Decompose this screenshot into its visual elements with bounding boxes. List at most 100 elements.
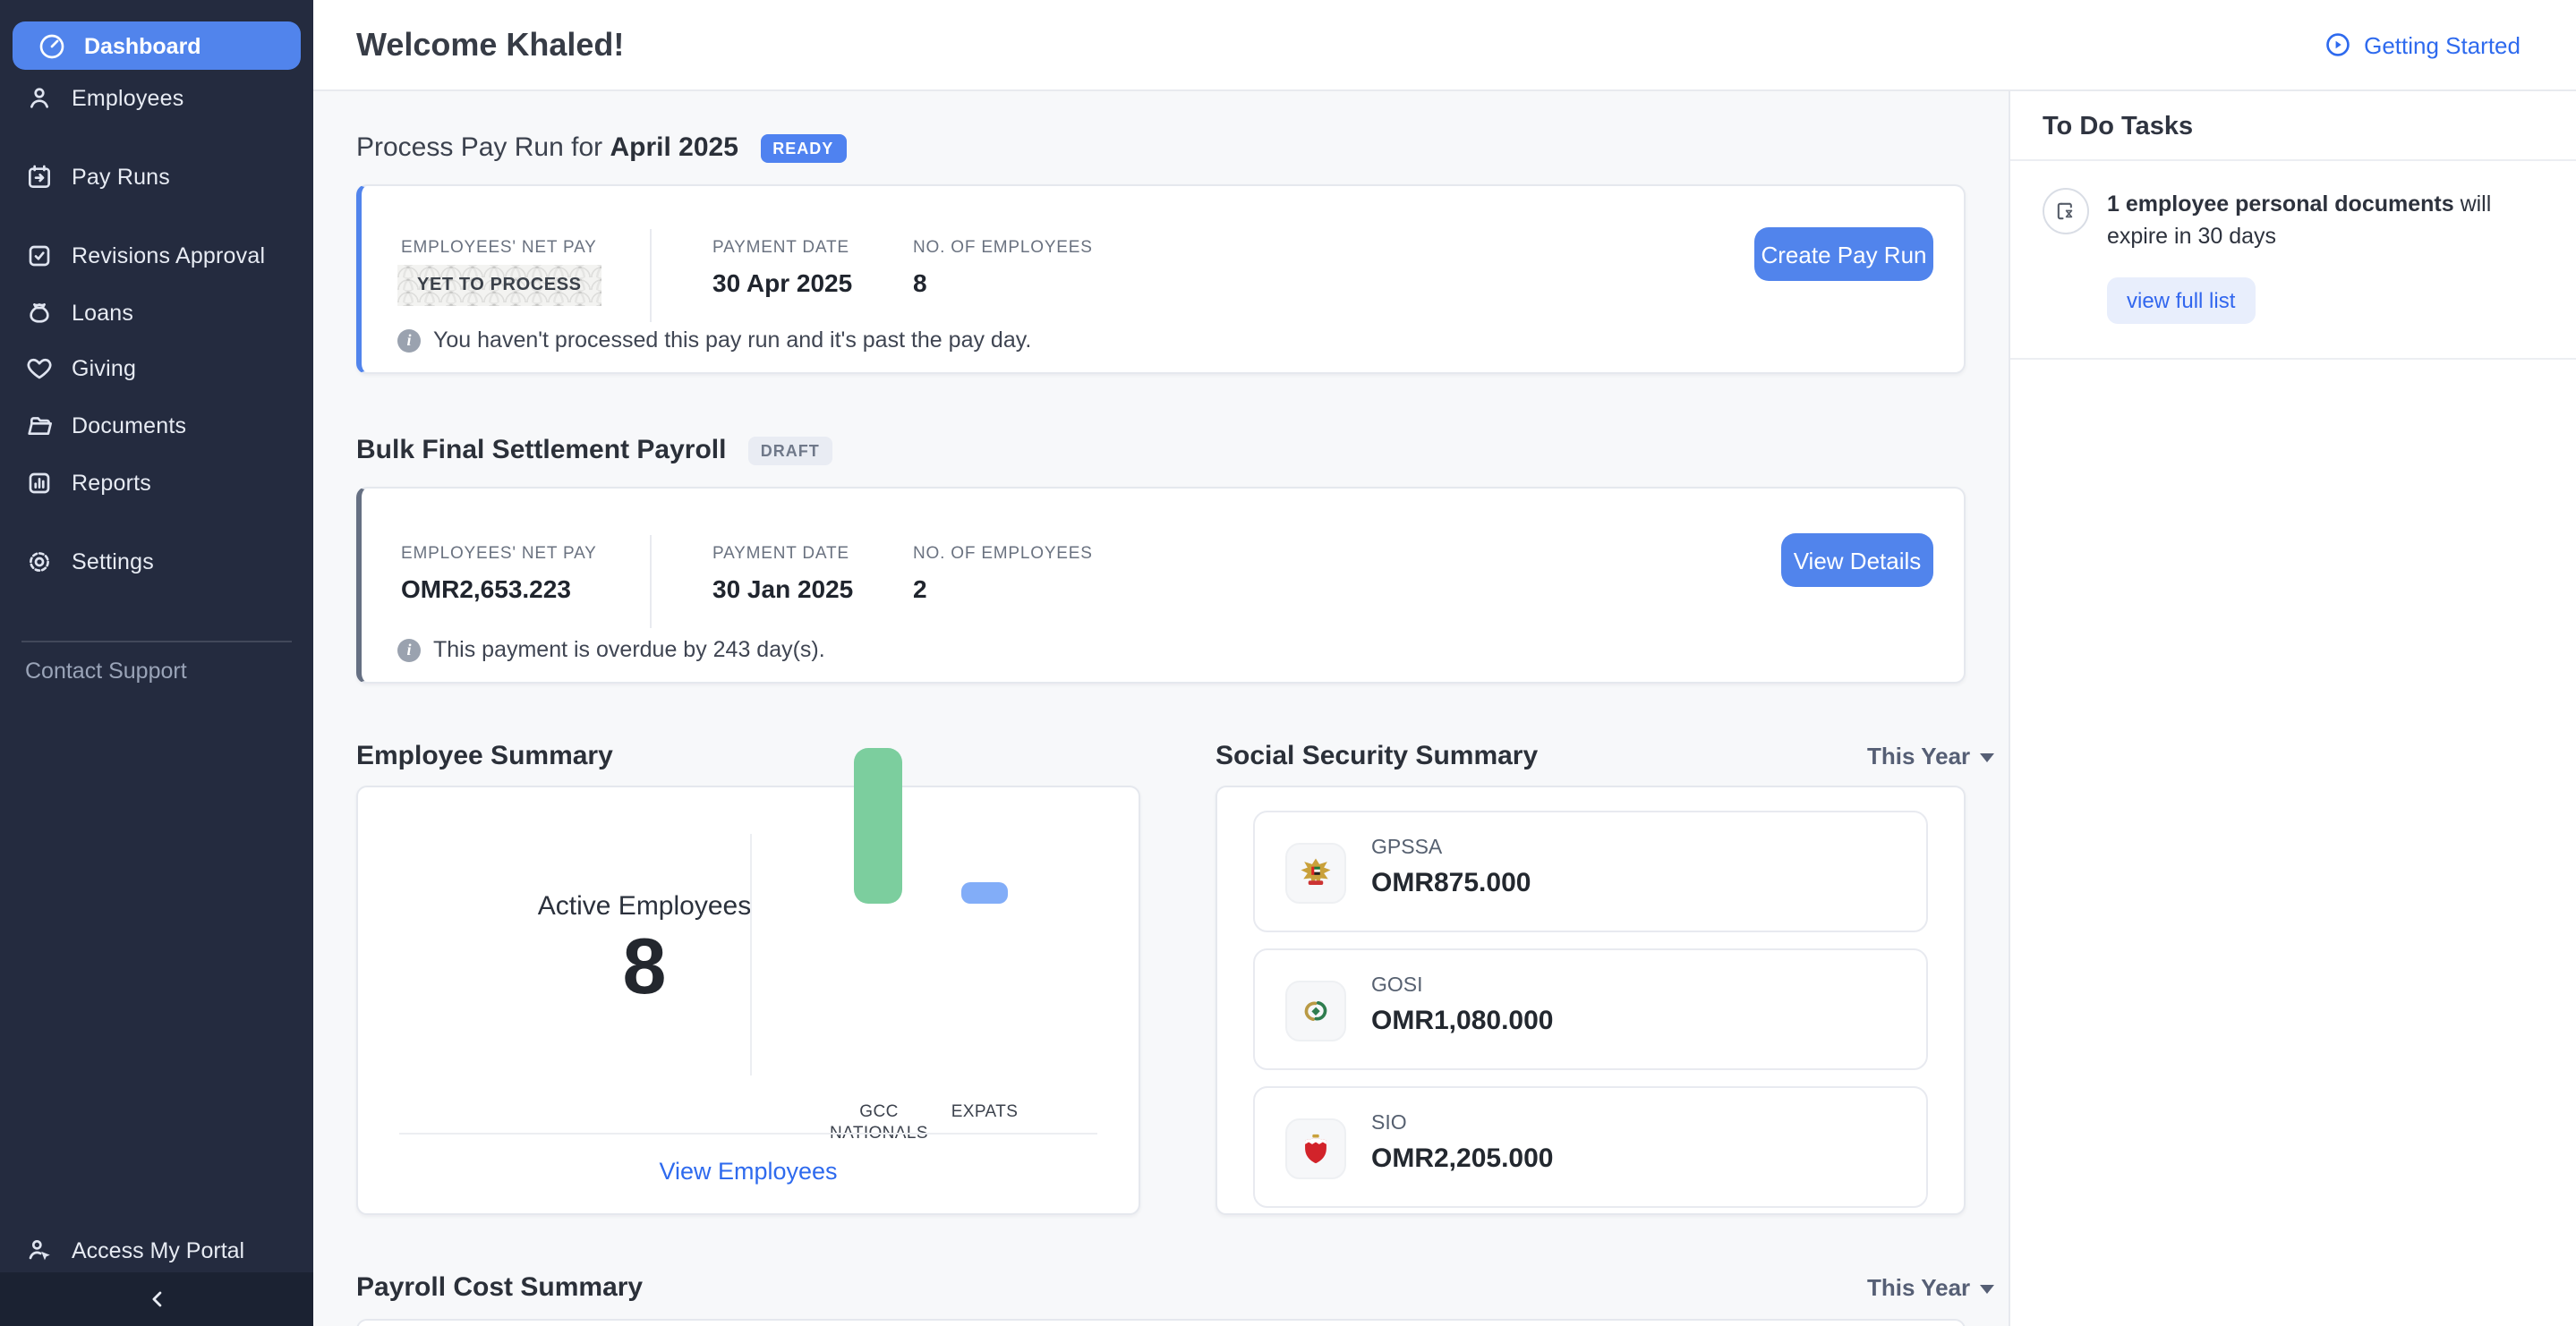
sidebar-item-label: Giving [72, 356, 136, 381]
final-settlement-section-title: Bulk Final Settlement Payroll DRAFT [356, 435, 832, 465]
social-security-section-title: Social Security Summary [1215, 741, 1538, 771]
getting-started-link[interactable]: Getting Started [2323, 30, 2521, 59]
final-settlement-title: Bulk Final Settlement Payroll [356, 435, 726, 465]
gcc-nationals-bar [854, 748, 902, 904]
employee-summary-title: Employee Summary [356, 741, 613, 771]
payroll-cost-title: Payroll Cost Summary [356, 1272, 643, 1303]
documents-icon [25, 412, 54, 440]
filter-label: This Year [1867, 743, 1970, 769]
top-header: Welcome Khaled! Getting Started [313, 0, 2576, 91]
page-title: Welcome Khaled! [356, 27, 624, 64]
sidebar-collapse-button[interactable] [0, 1272, 313, 1326]
pay-run-title-period: April 2025 [610, 132, 738, 163]
todo-tasks-panel: To Do Tasks 1 employee personal document… [2009, 91, 2576, 1326]
employee-summary-card: Active Employees 8 GCC NATIONALS EXPATS … [356, 786, 1140, 1215]
active-employees-count: 8 [465, 923, 823, 1013]
main-content: Process Pay Run for April 2025 READY EMP… [313, 91, 2009, 1326]
payroll-cost-card [356, 1319, 1966, 1326]
sidebar-item-label: Documents [72, 413, 186, 438]
sidebar-item-label: Employees [72, 86, 184, 111]
payroll-cost-section-title: Payroll Cost Summary [356, 1272, 643, 1303]
social-security-row-gosi: GOSI OMR1,080.000 [1253, 948, 1928, 1070]
authority-amount: OMR1,080.000 [1371, 1006, 1553, 1036]
sidebar-item-employees[interactable]: Employees [0, 72, 313, 125]
pay-run-card: EMPLOYEES' NET PAY YET TO PROCESS PAYMEN… [356, 184, 1966, 374]
divider [750, 834, 752, 1075]
payment-date-value: 30 Apr 2025 [712, 268, 852, 297]
bahrain-emblem-icon [1285, 1118, 1346, 1179]
contact-support-link[interactable]: Contact Support [25, 659, 187, 684]
payroll-cost-filter-dropdown[interactable]: This Year [1867, 1274, 1993, 1301]
social-security-card: GPSSA OMR875.000 GOSI OMR1,080.000 [1215, 786, 1966, 1215]
employees-icon [25, 84, 54, 113]
employee-count-value: 2 [913, 574, 927, 603]
loans-icon [25, 299, 54, 327]
play-circle-icon [2323, 30, 2351, 59]
todo-task-bold: 1 employee personal documents [2107, 191, 2454, 217]
final-settlement-note: i This payment is overdue by 243 day(s). [397, 637, 825, 662]
social-security-row-sio: SIO OMR2,205.000 [1253, 1086, 1928, 1208]
view-details-button[interactable]: View Details [1781, 533, 1933, 587]
sidebar-item-label: Reports [72, 471, 151, 496]
dashboard-icon [38, 31, 66, 60]
sidebar-divider [21, 641, 292, 642]
sidebar-item-revisions-approval[interactable]: Revisions Approval [0, 229, 313, 283]
giving-icon [25, 354, 54, 383]
sidebar-item-reports[interactable]: Reports [0, 456, 313, 510]
active-employees-label: Active Employees [465, 891, 823, 922]
payroll-dashboard: Dashboard Employees Pay Runs Revisions A… [0, 0, 2576, 1326]
authority-amount: OMR2,205.000 [1371, 1143, 1553, 1174]
employees-label: NO. OF EMPLOYEES [913, 544, 1093, 564]
pay-run-note: i You haven't processed this pay run and… [397, 327, 1031, 353]
divider [650, 229, 652, 322]
payment-date-label: PAYMENT DATE [712, 544, 849, 564]
caret-down-icon [1979, 752, 1993, 761]
view-full-list-button[interactable]: view full list [2107, 277, 2255, 324]
uae-emblem-icon [1285, 843, 1346, 904]
authority-name: SIO [1371, 1113, 1407, 1135]
info-icon: i [397, 638, 421, 661]
pay-run-title-prefix: Process Pay Run for [356, 132, 602, 163]
net-pay-value: YET TO PROCESS [397, 265, 601, 306]
create-pay-run-button[interactable]: Create Pay Run [1754, 227, 1933, 281]
social-security-filter-dropdown[interactable]: This Year [1867, 743, 1993, 769]
net-pay-label: EMPLOYEES' NET PAY [401, 238, 597, 258]
info-icon: i [397, 328, 421, 352]
draft-badge: DRAFT [748, 437, 832, 465]
final-settlement-note-text: This payment is overdue by 243 day(s). [433, 637, 825, 662]
sidebar-item-label: Pay Runs [72, 165, 170, 190]
employee-summary-section-title: Employee Summary [356, 741, 613, 771]
social-security-row-gpssa: GPSSA OMR875.000 [1253, 811, 1928, 932]
divider [2010, 159, 2576, 161]
sidebar-item-label: Settings [72, 549, 154, 574]
expats-bar [961, 882, 1008, 904]
gosi-logo-icon [1285, 981, 1346, 1041]
divider [399, 1133, 1097, 1135]
sidebar-item-pay-runs[interactable]: Pay Runs [0, 150, 313, 204]
sidebar-item-settings[interactable]: Settings [0, 535, 313, 589]
divider [650, 535, 652, 628]
expats-label: EXPATS [942, 1102, 1028, 1123]
pay-run-note-text: You haven't processed this pay run and i… [433, 327, 1031, 353]
sidebar-item-documents[interactable]: Documents [0, 399, 313, 453]
final-settlement-card: EMPLOYEES' NET PAY OMR2,653.223 PAYMENT … [356, 487, 1966, 684]
todo-task-item: 1 employee personal documents will expir… [2107, 188, 2547, 252]
sidebar-item-giving[interactable]: Giving [0, 342, 313, 395]
authority-amount: OMR875.000 [1371, 868, 1531, 898]
sidebar: Dashboard Employees Pay Runs Revisions A… [0, 0, 313, 1326]
gcc-nationals-label: GCC NATIONALS [827, 1102, 931, 1143]
revisions-approval-icon [25, 242, 54, 270]
sidebar-item-dashboard[interactable]: Dashboard [13, 21, 301, 70]
authority-name: GOSI [1371, 975, 1423, 997]
document-expiry-icon [2043, 188, 2089, 234]
view-employees-link[interactable]: View Employees [358, 1158, 1139, 1185]
net-pay-value: OMR2,653.223 [401, 574, 571, 603]
sidebar-item-label: Dashboard [84, 33, 201, 58]
caret-down-icon [1979, 1284, 1993, 1293]
payment-date-value: 30 Jan 2025 [712, 574, 853, 603]
pay-runs-icon [25, 163, 54, 191]
employee-count-value: 8 [913, 268, 927, 297]
reports-icon [25, 469, 54, 497]
access-my-portal-link[interactable]: Access My Portal [0, 1233, 313, 1272]
sidebar-item-loans[interactable]: Loans [0, 286, 313, 340]
